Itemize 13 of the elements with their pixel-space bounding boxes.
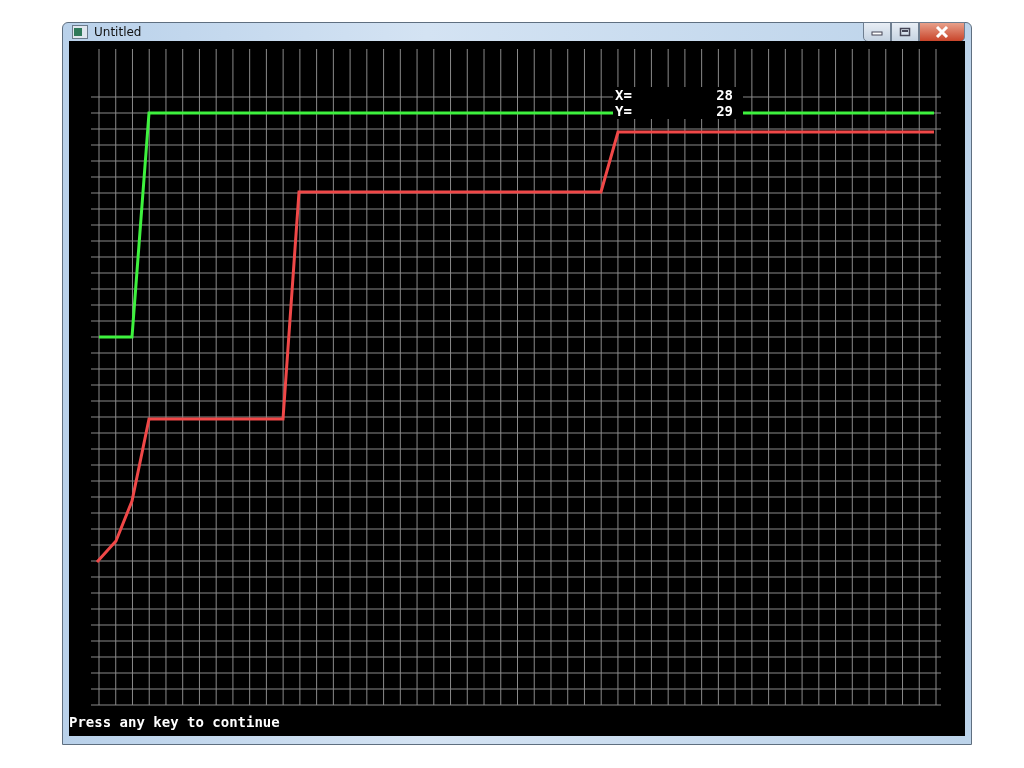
window-title: Untitled (94, 25, 143, 39)
close-button[interactable] (919, 22, 965, 42)
readout-value: 28 (716, 87, 733, 103)
minimize-button[interactable] (863, 22, 891, 42)
console-window-icon (72, 25, 88, 39)
maximize-icon (899, 27, 911, 37)
readout-label: X= (615, 87, 632, 103)
maximize-button[interactable] (891, 22, 919, 42)
minimize-icon (871, 28, 883, 36)
close-icon (935, 26, 949, 38)
console-prompt: Press any key to continue (69, 713, 281, 731)
readout-value: 29 (716, 103, 733, 119)
readout-label: Y= (615, 103, 632, 119)
